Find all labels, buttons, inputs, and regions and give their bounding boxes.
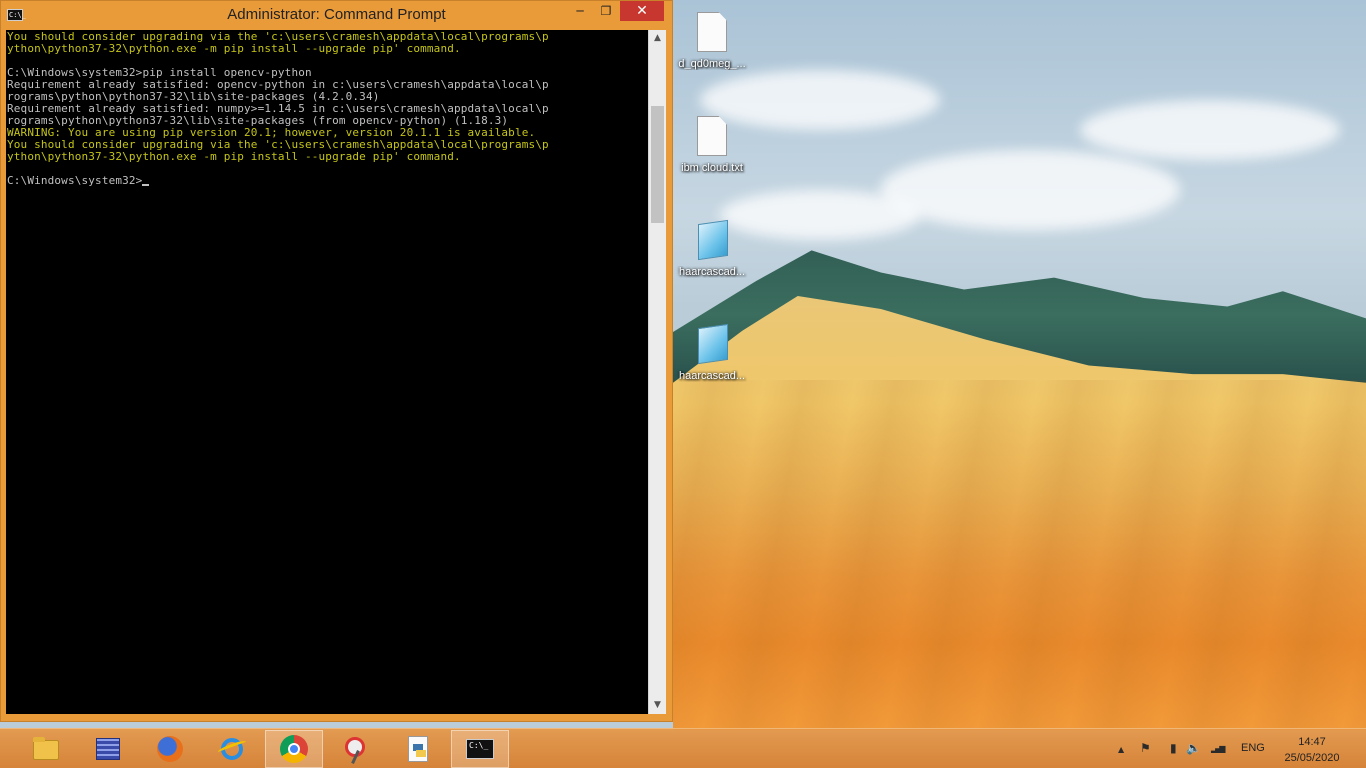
taskbar-file-explorer[interactable]	[17, 730, 75, 768]
chrome-icon	[279, 734, 309, 764]
desktop-icon-label: haarcascad...	[678, 266, 746, 278]
action-center-flag-icon[interactable]: ⚑	[1140, 741, 1151, 755]
language-indicator[interactable]: ENG	[1241, 742, 1265, 754]
desktop-icon-label: haarcascad...	[678, 370, 746, 382]
taskbar-network-app[interactable]	[79, 730, 137, 768]
vertical-scrollbar[interactable]: ▲ ▼	[648, 30, 666, 714]
folder-icon	[31, 734, 61, 764]
desktop-icon-file-2[interactable]: ibm cloud.txt	[674, 114, 750, 174]
snipping-tool-icon	[341, 734, 371, 764]
window-titlebar[interactable]: C:\_ Administrator: Command Prompt ─ ❐ ✕	[1, 1, 672, 29]
text-document-icon	[695, 10, 729, 54]
console-output[interactable]: You should consider upgrading via the 'c…	[6, 30, 648, 714]
taskbar-snipping-tool[interactable]	[327, 730, 385, 768]
scrollbar-thumb[interactable]	[651, 105, 664, 223]
cmd-icon: C:\_	[465, 734, 495, 764]
desktop-icon-label: ibm cloud.txt	[681, 162, 743, 174]
desktop-icon-file-3[interactable]: haarcascad...	[674, 218, 750, 278]
notepad-icon	[695, 218, 729, 262]
battery-icon[interactable]: ▮	[1170, 741, 1177, 755]
command-prompt-window[interactable]: C:\_ Administrator: Command Prompt ─ ❐ ✕…	[0, 0, 673, 722]
taskbar-internet-explorer[interactable]	[203, 730, 261, 768]
system-clock[interactable]: 14:47 25/05/2020	[1279, 734, 1345, 766]
console-line: C:\Windows\system32>	[7, 175, 648, 187]
taskbar-chrome[interactable]	[265, 730, 323, 768]
console-line: ython\python37-32\python.exe -m pip inst…	[7, 42, 461, 55]
close-button[interactable]: ✕	[620, 1, 664, 21]
clock-time: 14:47	[1298, 736, 1326, 748]
scroll-down-arrow-icon[interactable]: ▼	[649, 697, 666, 714]
taskbar-firefox[interactable]	[141, 730, 199, 768]
desktop-icon-label: d_qd0meg_...	[678, 58, 746, 70]
clock-date: 25/05/2020	[1284, 752, 1340, 764]
maximize-button[interactable]: ❐	[593, 1, 619, 21]
taskbar: C:\_ ▲ ⚑ ▮ 🔈 ▂▄▆ ENG 14:47 25/05/2020	[0, 728, 1366, 768]
desktop-icon-file-4[interactable]: haarcascad...	[674, 322, 750, 382]
minimize-button[interactable]: ─	[567, 1, 593, 21]
firefox-icon	[155, 734, 185, 764]
network-icon	[93, 734, 123, 764]
show-hidden-icons-icon[interactable]: ▲	[1118, 745, 1124, 754]
notepad-icon	[695, 322, 729, 366]
console-line: ython\python37-32\python.exe -m pip inst…	[7, 150, 461, 163]
ie-icon	[216, 734, 248, 764]
taskbar-command-prompt[interactable]: C:\_	[451, 730, 509, 768]
text-document-icon	[695, 114, 729, 158]
python-icon	[403, 734, 433, 764]
network-signal-icon[interactable]: ▂▄▆	[1211, 744, 1226, 753]
taskbar-python-file[interactable]	[389, 730, 447, 768]
desktop-icon-file-1[interactable]: d_qd0meg_...	[674, 10, 750, 70]
text-cursor	[142, 184, 150, 186]
scroll-up-arrow-icon[interactable]: ▲	[649, 30, 666, 47]
volume-icon[interactable]: 🔈	[1186, 741, 1201, 755]
